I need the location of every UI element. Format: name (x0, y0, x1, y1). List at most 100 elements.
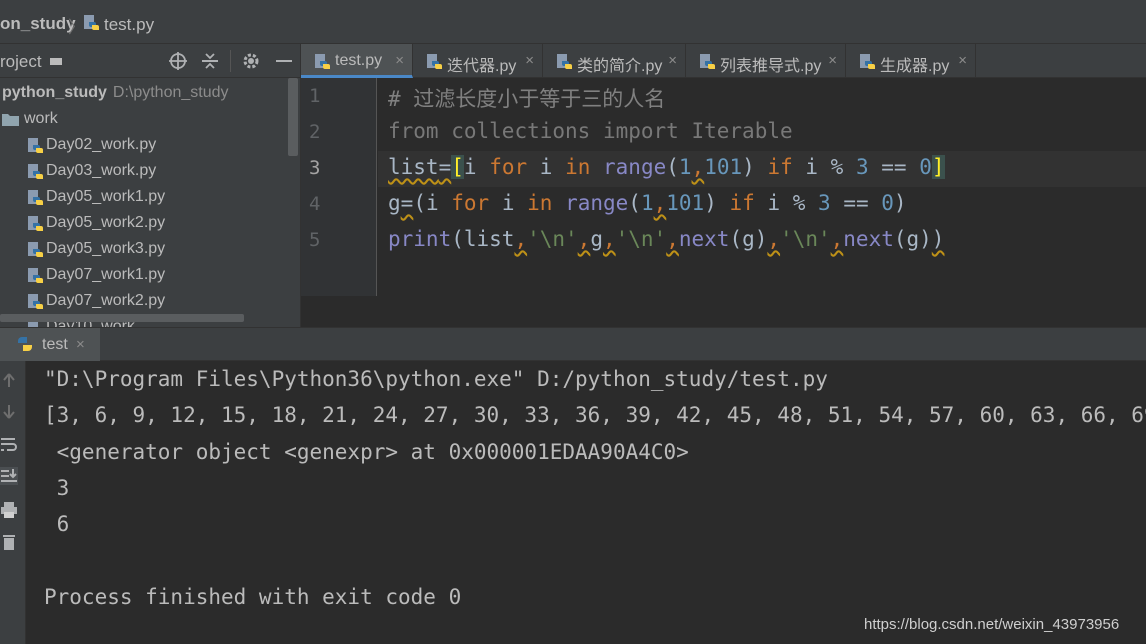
number: 101 (666, 191, 705, 215)
code-line-4: g=(i for i in range(1,101) if i % 3 == 0… (388, 191, 907, 215)
module-name: collections (451, 119, 591, 143)
paren: ) (893, 191, 907, 215)
up-arrow-icon[interactable] (0, 371, 18, 389)
comma: , (691, 155, 705, 179)
expression: (i (413, 191, 452, 215)
keyword: import (602, 119, 679, 143)
target-icon[interactable] (168, 51, 188, 71)
run-tab-test[interactable]: test × (0, 328, 100, 361)
code-line-2: from collections import Iterable (388, 119, 793, 143)
expression: (g) (729, 227, 768, 251)
tab-generator-py[interactable]: 生成器.py × (846, 44, 976, 78)
number: 0 (881, 191, 894, 215)
tab-label: test.py (335, 52, 383, 69)
down-arrow-icon[interactable] (0, 403, 18, 421)
keyword: from (388, 119, 439, 143)
tree-file[interactable]: Day05_work2.py (0, 210, 290, 236)
line-number-gutter[interactable]: 1 2 3 4 5 (301, 78, 377, 296)
identifier: Iterable (691, 119, 793, 143)
expression: i % (754, 191, 819, 215)
close-icon[interactable]: × (958, 52, 967, 69)
line-number: 4 (309, 193, 321, 215)
python-file-icon (28, 190, 43, 205)
keyword: for (489, 155, 528, 179)
tree-file[interactable]: Day05_work1.py (0, 184, 290, 210)
soft-wrap-icon[interactable] (0, 435, 18, 453)
root-folder-path: D:\python_study (112, 84, 229, 101)
python-file-icon (557, 54, 572, 69)
comma: , (602, 227, 616, 251)
close-icon[interactable]: × (668, 52, 677, 69)
close-icon[interactable]: × (395, 52, 404, 69)
file-label: Day07_work2.py (46, 292, 166, 309)
operator: = (438, 155, 452, 179)
tree-file[interactable]: Day02_work.py (0, 132, 290, 158)
code-editor[interactable]: 1 2 3 4 5 # 过滤长度小于等于三的人名 from collection… (301, 78, 1146, 327)
operator: = (400, 191, 414, 215)
tree-file[interactable]: Day05_work3.py (0, 236, 290, 262)
python-file-icon (315, 54, 330, 69)
file-label: Day02_work.py (46, 136, 157, 153)
tree-folder-work[interactable]: work (0, 106, 290, 132)
console-line: 3 (44, 476, 70, 500)
close-icon[interactable]: × (76, 336, 85, 353)
expression: i % (792, 155, 856, 179)
python-file-icon (28, 138, 43, 153)
operator: == (868, 155, 920, 179)
tab-class-intro-py[interactable]: 类的简介.py × (543, 44, 686, 78)
paren: ) (931, 227, 945, 251)
identifier: i (489, 191, 528, 215)
python-icon (18, 337, 32, 351)
console-line: 6 (44, 512, 70, 536)
expression: (list (451, 227, 515, 251)
string: '\n' (615, 227, 667, 251)
code-line-1: # 过滤长度小于等于三的人名 (388, 83, 665, 113)
number: 1 (678, 155, 692, 179)
tree-root-python-study[interactable]: python_study D:\python_study (0, 80, 290, 106)
python-file-icon (427, 54, 442, 69)
paren: ( (628, 191, 641, 215)
builtin: next (678, 227, 730, 251)
python-file-icon (28, 164, 43, 179)
run-toolbar (0, 361, 26, 644)
trash-icon[interactable] (0, 533, 18, 551)
comma: , (830, 227, 844, 251)
tab-iterator-py[interactable]: 迭代器.py × (413, 44, 543, 78)
tree-vertical-scrollbar[interactable] (288, 78, 298, 156)
minimize-icon[interactable] (274, 51, 294, 71)
tree-horizontal-scrollbar[interactable] (0, 314, 244, 322)
file-label: Day03_work.py (46, 162, 157, 179)
scroll-to-end-icon[interactable] (0, 467, 18, 485)
tab-list-comprehension-py[interactable]: 列表推导式.py × (686, 44, 846, 78)
tree-file[interactable]: Day07_work2.py (0, 288, 290, 314)
operator: == (830, 191, 882, 215)
project-view-selector[interactable]: roject (0, 52, 42, 72)
tab-label: 生成器.py (880, 58, 950, 75)
file-label: Day05_work3.py (46, 240, 166, 257)
chevron-down-icon[interactable] (50, 58, 62, 65)
gear-icon[interactable] (241, 51, 261, 71)
breadcrumb-project[interactable]: on_study (0, 14, 76, 34)
run-tool-window-header: test × (0, 327, 1146, 361)
run-console-output[interactable]: "D:\Program Files\Python36\python.exe" D… (27, 361, 1146, 644)
keyword: if (767, 155, 793, 179)
tab-test-py[interactable]: test.py × (301, 44, 413, 78)
comma: , (767, 227, 781, 251)
console-line: [3, 6, 9, 12, 15, 18, 21, 24, 27, 30, 33… (44, 403, 1146, 427)
divider (230, 50, 231, 72)
folder-icon (2, 114, 19, 126)
paren: ( (666, 155, 679, 179)
close-icon[interactable]: × (828, 52, 837, 69)
close-icon[interactable]: × (525, 52, 534, 69)
tree-file[interactable]: Day03_work.py (0, 158, 290, 184)
collapse-all-icon[interactable] (200, 51, 220, 71)
comma: , (653, 191, 667, 215)
breadcrumb-file[interactable]: test.py (104, 15, 154, 35)
number: 3 (818, 191, 831, 215)
python-file-icon (28, 268, 43, 283)
identifier: g (590, 227, 603, 251)
code-line-5: print(list,'\n',g,'\n',next(g),'\n',next… (388, 227, 944, 251)
print-icon[interactable] (0, 501, 18, 519)
tree-file[interactable]: Day07_work1.py (0, 262, 290, 288)
keyword: if (729, 191, 755, 215)
